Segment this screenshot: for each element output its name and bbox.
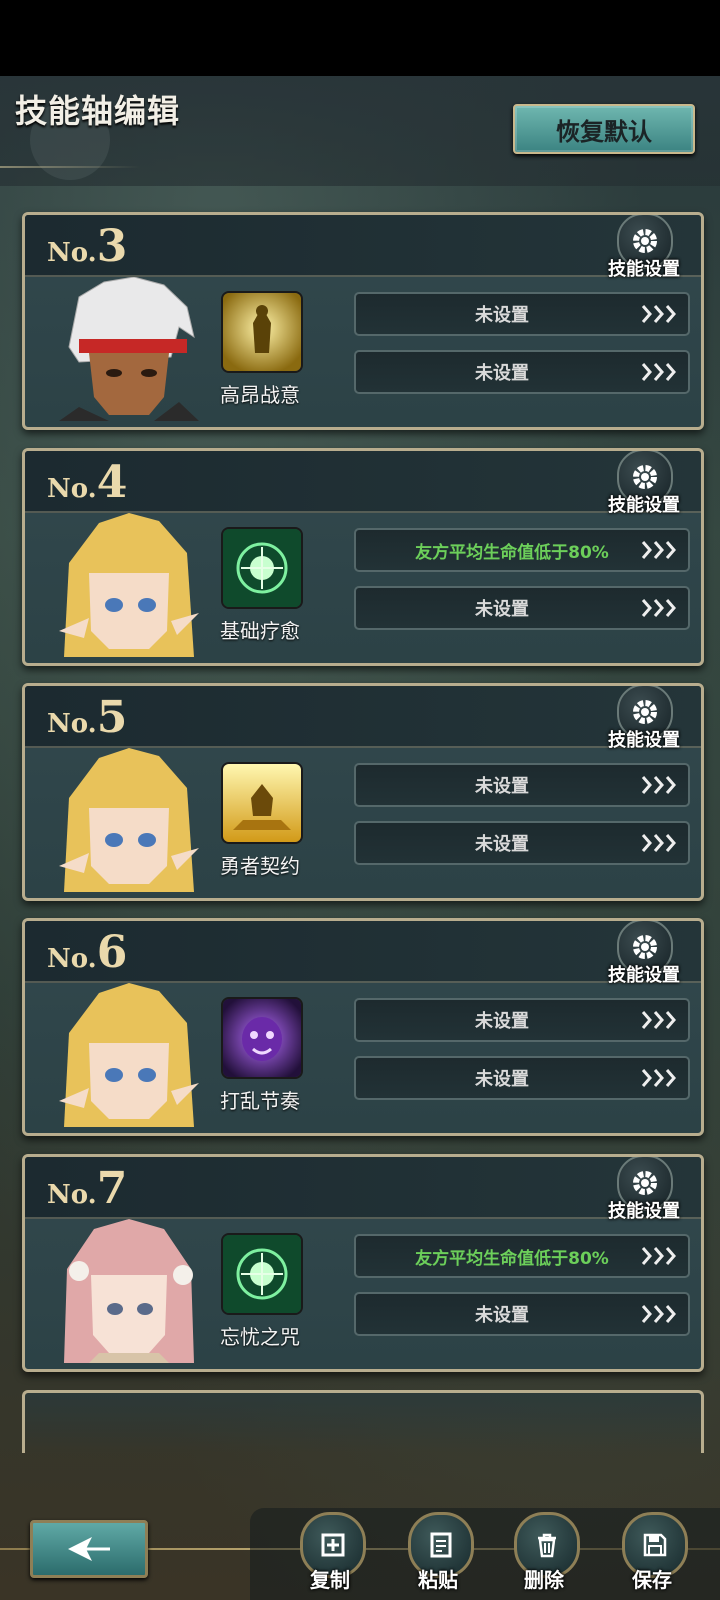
copy-button[interactable]: 复制 [290,1512,370,1600]
card-number: No.7 [47,1163,128,1214]
skill-card: No.5 勇者契约 未设置 未设置 技能设置 [22,683,704,901]
condition-slot-2[interactable]: 未设置 [354,350,690,394]
condition-slot-2[interactable]: 未设置 [354,1292,690,1336]
card-number: No.4 [47,457,128,508]
triple-chevron-icon [641,363,676,381]
character-portrait [59,983,199,1127]
skill-name: 忘忧之咒 [220,1325,300,1349]
triple-chevron-icon [641,834,676,852]
skill-card-partial [22,1390,704,1453]
character-portrait [59,513,199,657]
character-portrait [59,277,199,421]
triple-chevron-icon [641,599,676,617]
triple-chevron-icon [641,541,676,559]
skill-name: 勇者契约 [220,854,300,878]
triple-chevron-icon [641,305,676,323]
skill-settings-button[interactable]: 技能设置 [599,215,689,280]
condition-slot-2[interactable]: 未设置 [354,586,690,630]
skill-name: 基础疗愈 [220,619,300,643]
condition-slot-1[interactable]: 未设置 [354,292,690,336]
condition-slot-2[interactable]: 未设置 [354,1056,690,1100]
skill-name: 打乱节奏 [220,1089,300,1113]
triple-chevron-icon [641,1247,676,1265]
triple-chevron-icon [641,1011,676,1029]
character-portrait [59,1219,199,1363]
condition-slot-1[interactable]: 友方平均生命值低于80% [354,1234,690,1278]
character-portrait [59,748,199,892]
golden-warrior-skill-icon[interactable] [221,291,303,373]
condition-slot-2[interactable]: 未设置 [354,821,690,865]
condition-slot-1[interactable]: 未设置 [354,998,690,1042]
save-button[interactable]: 保存 [612,1512,692,1600]
paste-button[interactable]: 粘贴 [398,1512,478,1600]
restore-default-button[interactable]: 恢复默认 [513,104,695,154]
skill-settings-button[interactable]: 技能设置 [599,921,689,986]
green-heal-skill-icon[interactable] [221,527,303,609]
card-number: No.5 [47,692,128,743]
purple-ghost-skill-icon[interactable] [221,997,303,1079]
delete-button[interactable]: 删除 [504,1512,584,1600]
page-title: 技能轴编辑 [15,92,181,130]
skill-card: No.7 忘忧之咒 友方平均生命值低于80% 未设置 技能设置 [22,1154,704,1372]
golden-contract-skill-icon[interactable] [221,762,303,844]
skill-card: No.4 基础疗愈 友方平均生命值低于80% 未设置 技能设置 [22,448,704,666]
skill-settings-button[interactable]: 技能设置 [599,451,689,516]
green-heal-skill-icon[interactable] [221,1233,303,1315]
back-arrow-icon [68,1537,110,1561]
status-bar [0,0,720,76]
triple-chevron-icon [641,1305,676,1323]
skill-card: No.3 高昂战意 未设置 未设置 技能设置 [22,212,704,430]
condition-slot-1[interactable]: 友方平均生命值低于80% [354,528,690,572]
skill-settings-button[interactable]: 技能设置 [599,1157,689,1222]
skill-name: 高昂战意 [220,383,300,407]
back-button[interactable] [30,1520,148,1578]
title-divider [0,166,140,168]
skill-card: No.6 打乱节奏 未设置 未设置 技能设置 [22,918,704,1136]
triple-chevron-icon [641,1069,676,1087]
condition-slot-1[interactable]: 未设置 [354,763,690,807]
card-number: No.3 [47,221,128,272]
skill-settings-button[interactable]: 技能设置 [599,686,689,751]
triple-chevron-icon [641,776,676,794]
card-number: No.6 [47,927,128,978]
